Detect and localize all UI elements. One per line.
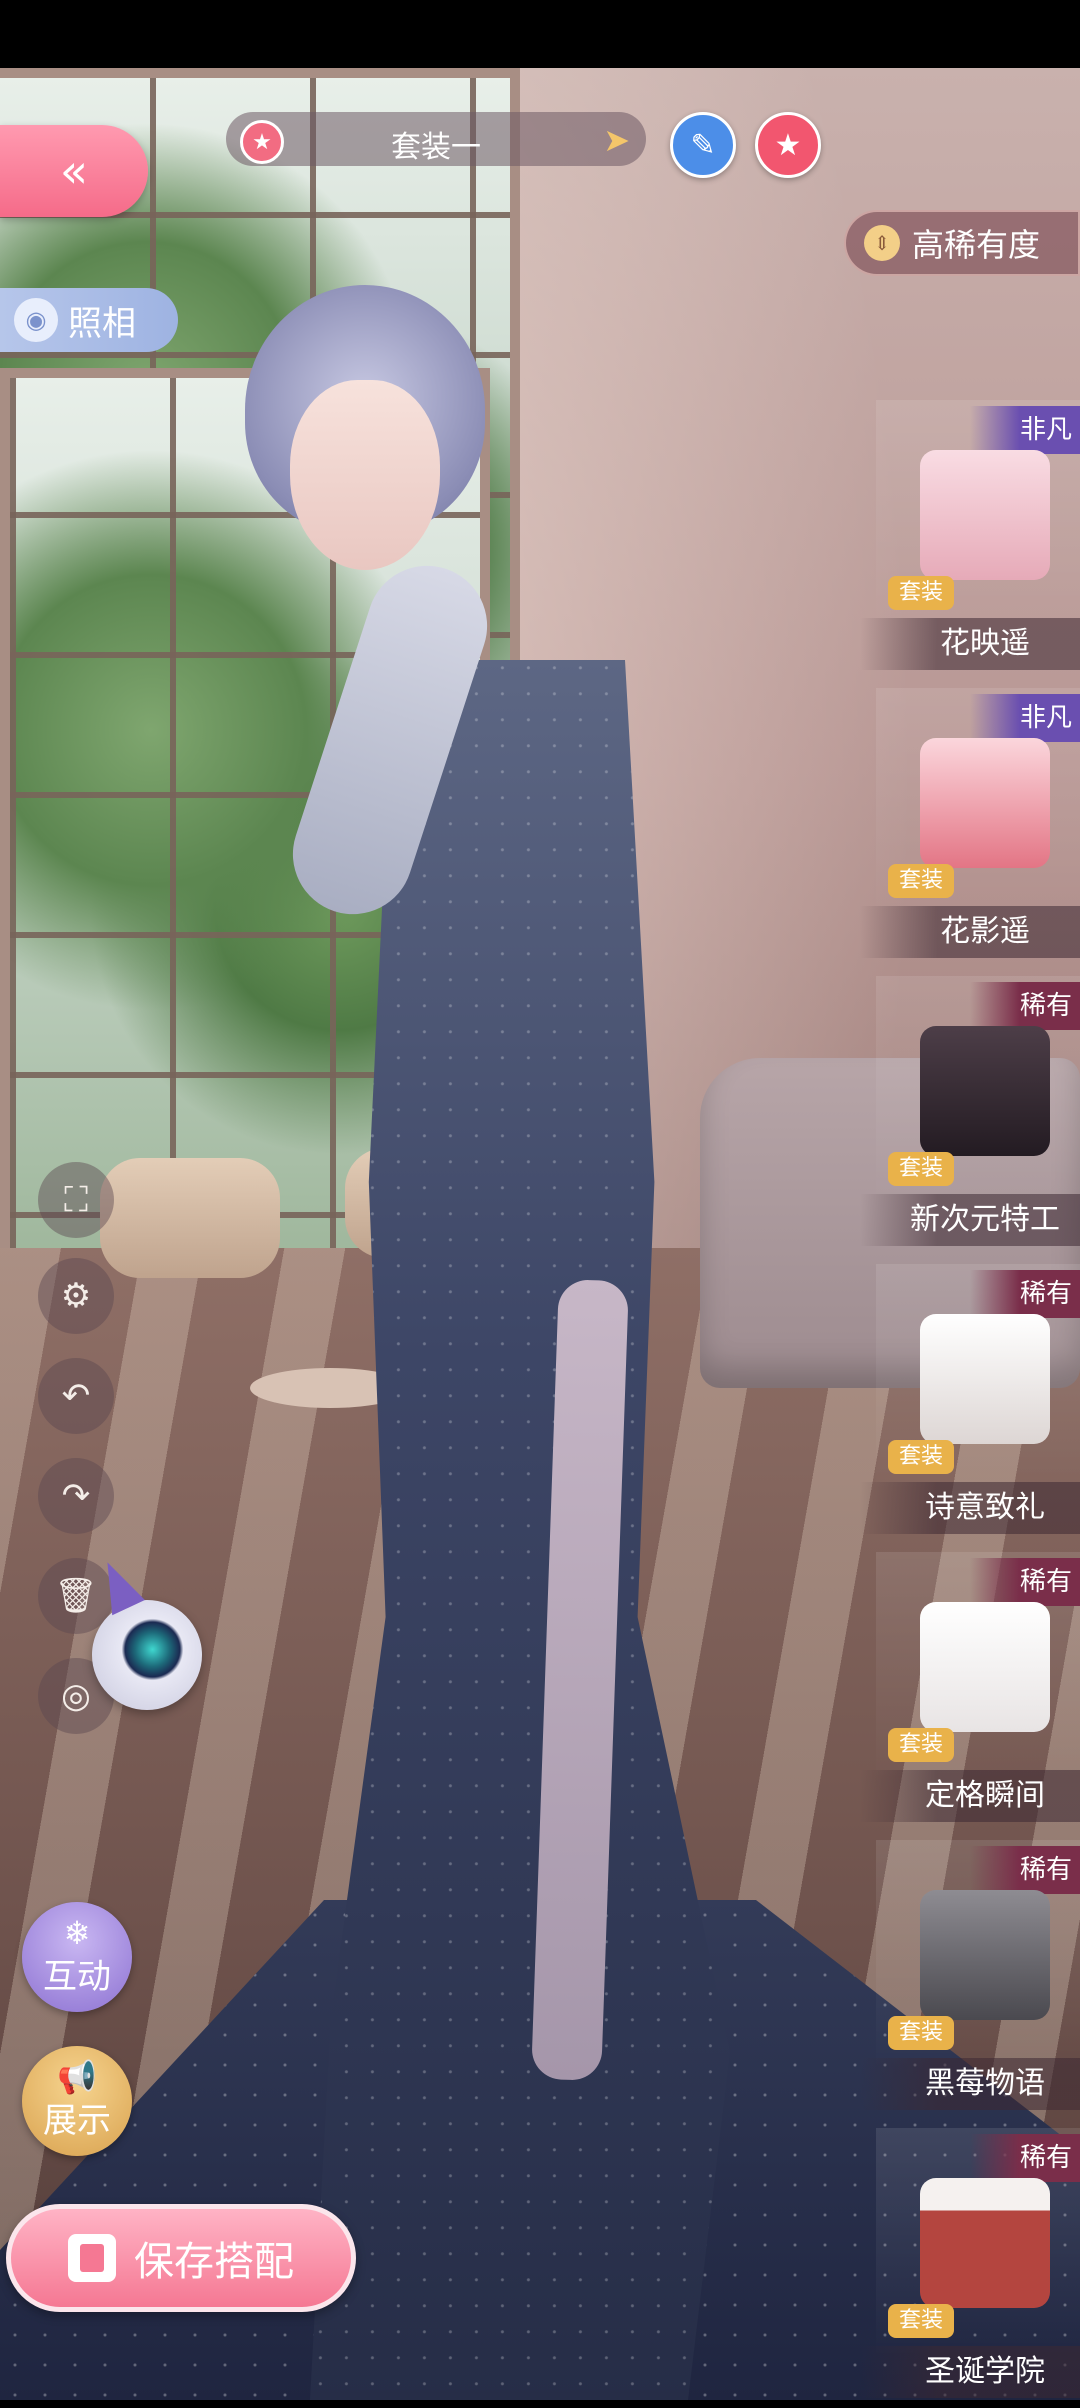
outfit-name: 诗意致礼 xyxy=(860,1482,1080,1534)
sort-rarity-button[interactable]: ⇕ 高稀有度 xyxy=(844,210,1080,276)
redo-icon: ↷ xyxy=(61,1476,91,1516)
set-tag: 套装 xyxy=(888,1152,954,1186)
character-face xyxy=(290,380,440,570)
edit-button[interactable]: ✎ xyxy=(670,112,736,178)
trash-icon: 🗑 xyxy=(54,1576,98,1616)
set-tag: 套装 xyxy=(888,1728,954,1762)
outfit-name: 定格瞬间 xyxy=(860,1770,1080,1822)
camera-icon: ◉ xyxy=(14,298,58,342)
save-outfit-button[interactable]: 保存搭配 xyxy=(6,2204,356,2312)
fullscreen-button[interactable]: ⛶ xyxy=(38,1162,114,1238)
rarity-badge: 稀有 xyxy=(970,1558,1080,1606)
list-item[interactable]: 稀有 套装 诗意致礼 xyxy=(860,1264,1080,1544)
outfit-name: 新次元特工 xyxy=(860,1194,1080,1246)
outfit-thumbnail xyxy=(920,738,1050,868)
gear-icon: ⚙ xyxy=(60,1276,92,1316)
outfit-thumbnail xyxy=(920,1314,1050,1444)
rarity-badge: 稀有 xyxy=(970,1270,1080,1318)
outfit-thumbnail xyxy=(920,450,1050,580)
settings-button[interactable]: ⚙ xyxy=(38,1258,114,1334)
fullscreen-icon: ⛶ xyxy=(64,1180,88,1220)
show-label: 展示 xyxy=(43,2100,111,2141)
redo-button[interactable]: ↷ xyxy=(38,1458,114,1534)
outfit-name: 花影遥 xyxy=(860,906,1080,958)
undo-button[interactable]: ↶ xyxy=(38,1358,114,1434)
outfit-name: 圣诞学院 xyxy=(860,2346,1080,2398)
set-tag: 套装 xyxy=(888,1440,954,1474)
pencil-icon: ✎ xyxy=(690,127,716,163)
outfit-thumbnail xyxy=(920,1026,1050,1156)
outfit-name: 黑莓物语 xyxy=(860,2058,1080,2110)
outfit-set-selector[interactable]: ★ 套装一 ➤ xyxy=(226,112,646,166)
sort-label: 高稀有度 xyxy=(912,226,1041,264)
list-item[interactable]: 非凡 套装 花映遥 xyxy=(860,400,1080,680)
interact-button[interactable]: ❄ 互动 xyxy=(22,1902,132,2012)
rarity-badge: 稀有 xyxy=(970,2134,1080,2182)
set-tag: 套装 xyxy=(888,2304,954,2338)
stool-left xyxy=(100,1158,280,1278)
list-item[interactable]: 稀有 套装 定格瞬间 xyxy=(860,1552,1080,1832)
list-item[interactable]: 稀有 套装 圣诞学院 xyxy=(860,2128,1080,2408)
save-label: 保存搭配 xyxy=(134,2239,294,2285)
rarity-badge: 非凡 xyxy=(970,406,1080,454)
show-button[interactable]: 📢 展示 xyxy=(22,2046,132,2156)
save-icon xyxy=(68,2234,116,2282)
outfit-name: 花映遥 xyxy=(860,618,1080,670)
star-icon: ★ xyxy=(774,127,802,163)
double-chevron-left-icon: « xyxy=(59,144,89,198)
set-tag: 套装 xyxy=(888,2016,954,2050)
set-tag: 套装 xyxy=(888,864,954,898)
photo-label: 照相 xyxy=(68,303,136,344)
rarity-badge: 非凡 xyxy=(970,694,1080,742)
undo-icon: ↶ xyxy=(61,1376,91,1416)
favorite-button[interactable]: ★ xyxy=(755,112,821,178)
interact-label: 互动 xyxy=(43,1956,111,1997)
megaphone-icon: 📢 xyxy=(57,2057,97,2096)
list-item[interactable]: 非凡 套装 花影遥 xyxy=(860,688,1080,968)
list-item[interactable]: 稀有 套装 新次元特工 xyxy=(860,976,1080,1256)
outfit-thumbnail xyxy=(920,1602,1050,1732)
outfit-thumbnail xyxy=(920,2178,1050,2308)
sort-icon: ⇕ xyxy=(864,225,900,261)
eye-icon: ◎ xyxy=(61,1676,91,1716)
rarity-badge: 稀有 xyxy=(970,982,1080,1030)
back-button[interactable]: « xyxy=(0,125,148,217)
arrow-right-icon: ➤ xyxy=(603,121,630,159)
pet-companion[interactable] xyxy=(92,1600,202,1710)
set-tag: 套装 xyxy=(888,576,954,610)
photo-button[interactable]: ◉ 照相 xyxy=(0,288,178,352)
list-item[interactable]: 稀有 套装 黑莓物语 xyxy=(860,1840,1080,2120)
outfit-set-title: 套装一 xyxy=(391,130,481,165)
rarity-badge: 稀有 xyxy=(970,1846,1080,1894)
outfit-thumbnail xyxy=(920,1890,1050,2020)
snowflake-icon: ❄ xyxy=(63,1913,91,1952)
